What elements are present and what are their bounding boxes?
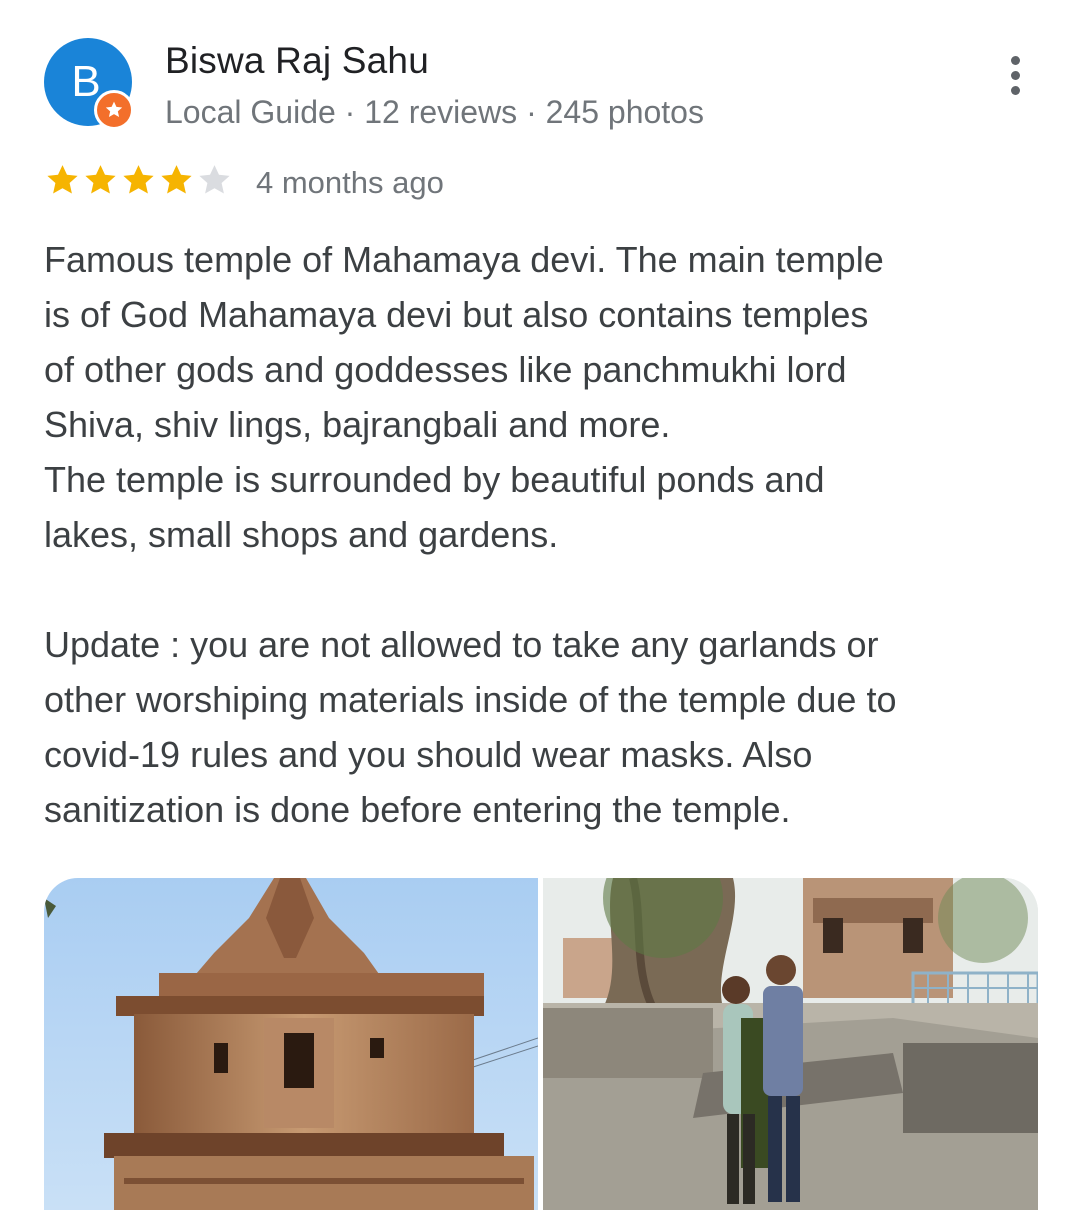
more-options-icon[interactable] [990,50,1040,100]
local-guide-badge-icon [94,90,134,130]
star-empty-icon [199,165,230,194]
review-age: 4 months ago [256,165,444,200]
star-filled-icon [123,165,154,194]
temple-photo[interactable] [44,878,538,1210]
couple-at-temple-photo[interactable] [543,878,1038,1210]
review-text: Famous temple of Mahamaya devi. The main… [44,239,897,830]
star-filled-icon [47,165,78,194]
star-filled-icon [161,165,192,194]
review-photos [44,878,1038,1210]
reviewer-name[interactable]: Biswa Raj Sahu [165,40,429,82]
star-filled-icon [85,165,116,194]
reviewer-meta[interactable]: Local Guide · 12 reviews · 245 photos [165,94,704,131]
star-rating [44,162,233,199]
